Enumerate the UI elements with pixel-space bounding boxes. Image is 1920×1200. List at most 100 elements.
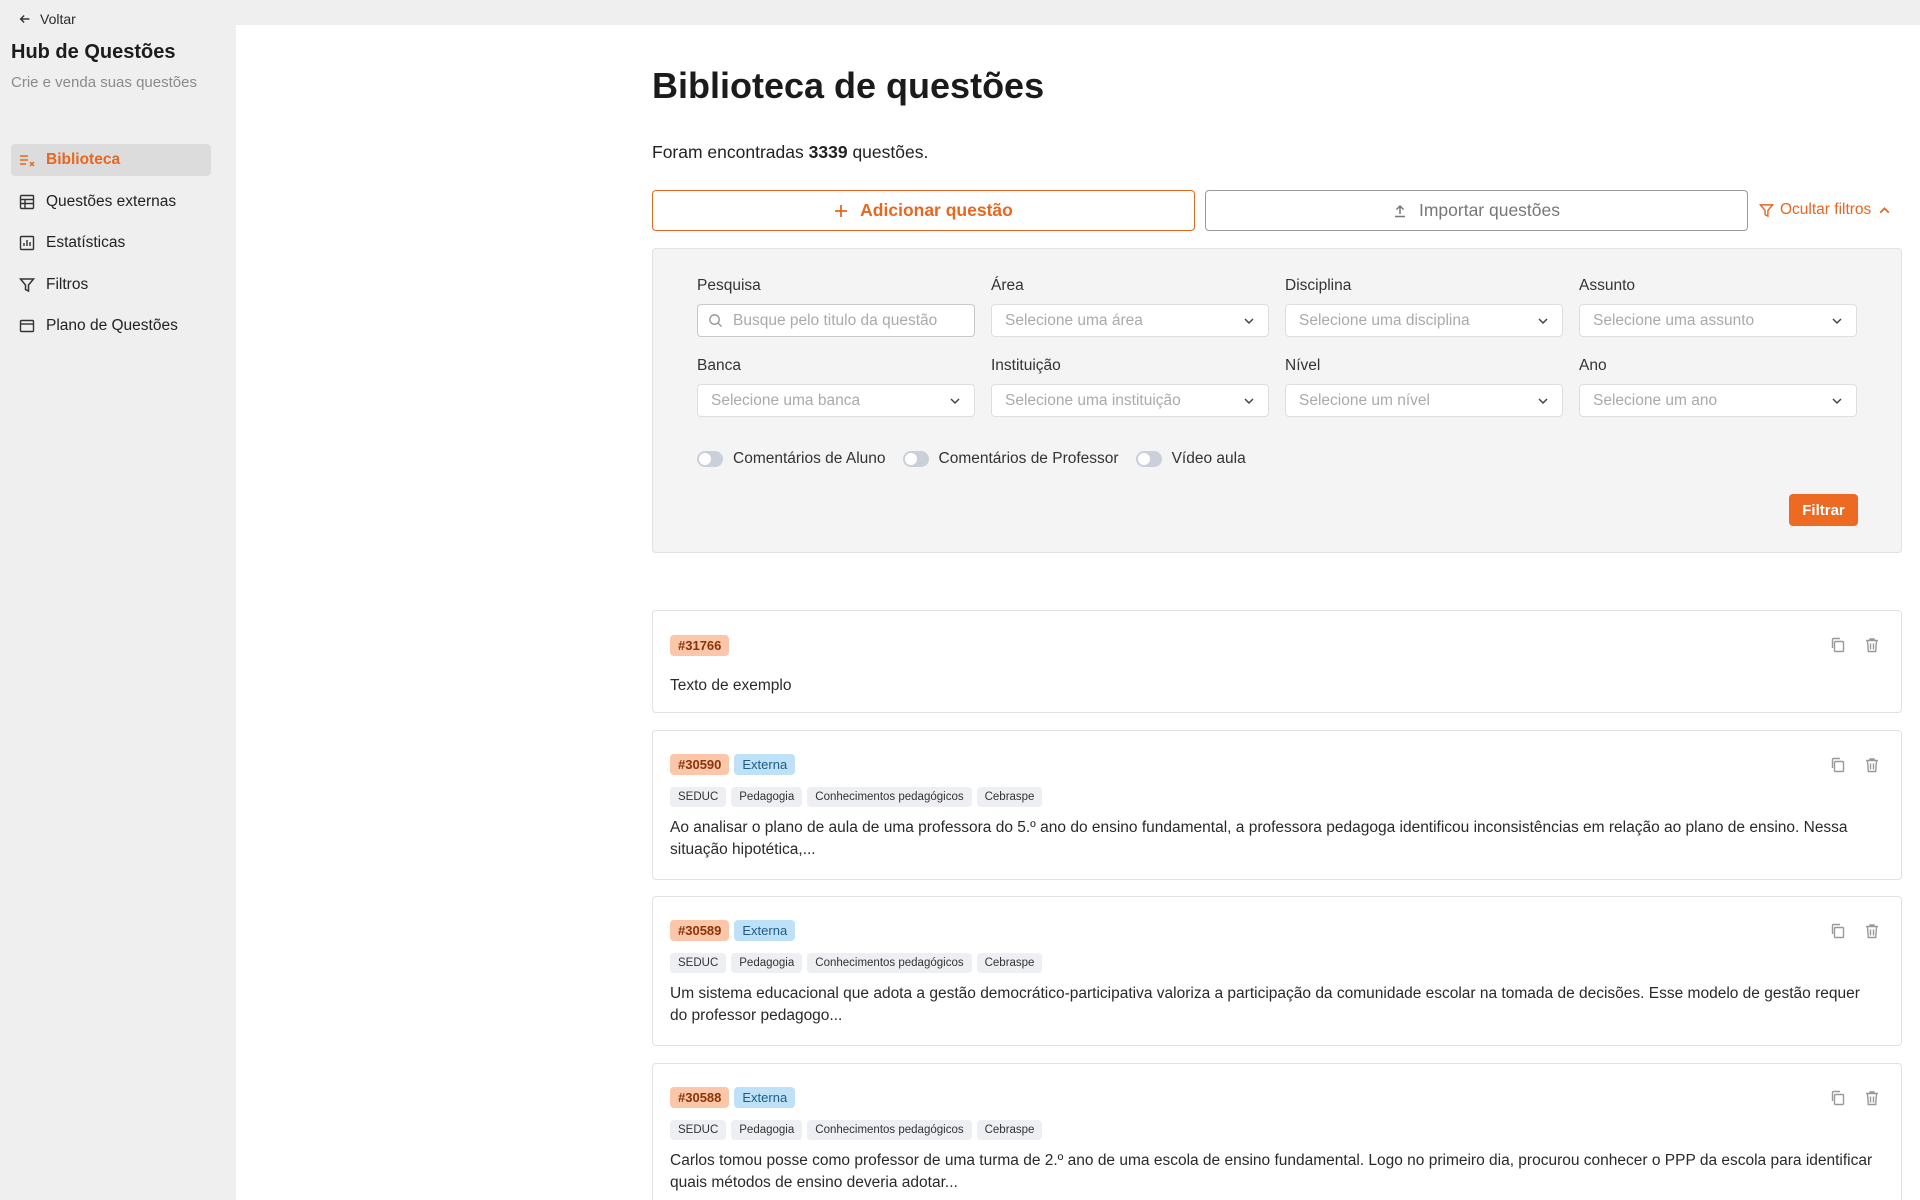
copy-icon (1831, 637, 1845, 653)
banca-field: Banca Selecione uma banca (697, 357, 975, 417)
sidebar-item-label: Filtros (46, 275, 89, 293)
page-title: Biblioteca de questões (652, 65, 1045, 106)
count-suffix: questões. (852, 142, 929, 162)
question-card[interactable]: #30590 Externa SEDUC Pedagogia Conhecime… (652, 730, 1902, 880)
assunto-label: Assunto (1579, 277, 1636, 294)
search-label: Pesquisa (697, 277, 761, 294)
arrow-left-icon (19, 15, 30, 23)
chevron-down-icon (1244, 317, 1254, 324)
assunto-select[interactable]: Selecione uma assunto (1579, 304, 1857, 337)
chevron-down-icon (950, 397, 960, 404)
toggle-label: Comentários de Aluno (733, 450, 886, 467)
import-questions-label: Importar questões (1418, 200, 1561, 220)
filter-button[interactable]: Filtrar (1789, 494, 1858, 526)
trash-icon (1866, 758, 1878, 773)
toggle-video-aula[interactable]: Vídeo aula (1135, 450, 1246, 468)
copy-button[interactable] (1829, 636, 1847, 654)
back-label: Voltar (40, 11, 76, 27)
sidebar-item-filtros[interactable]: Filtros (11, 269, 211, 301)
trash-icon (1866, 924, 1878, 939)
import-questions-button[interactable]: Importar questões (1205, 190, 1748, 231)
back-button[interactable]: Voltar (18, 11, 76, 27)
trash-icon (1866, 638, 1878, 653)
area-select[interactable]: Selecione uma área (991, 304, 1269, 337)
search-icon (709, 314, 723, 328)
list-check-icon (20, 155, 35, 167)
copy-button[interactable] (1829, 756, 1847, 774)
question-id-badge: #30589 (670, 920, 730, 941)
banca-placeholder: Selecione uma banca (711, 391, 861, 409)
delete-button[interactable] (1863, 636, 1881, 654)
delete-button[interactable] (1863, 756, 1881, 774)
toggle-label: Vídeo aula (1171, 450, 1246, 467)
tag: SEDUC (670, 1120, 727, 1140)
hide-filters-button[interactable]: Ocultar filtros (1759, 201, 1892, 219)
chevron-down-icon (1832, 397, 1842, 404)
count-value: 3339 (808, 142, 848, 162)
question-text: Um sistema educacional que adota a gestã… (670, 985, 1860, 1024)
tag: Cebraspe (976, 787, 1043, 807)
app-title: Hub de Questões (11, 41, 176, 63)
sidebar-item-estatisticas[interactable]: Estatísticas (11, 227, 211, 259)
switch[interactable] (902, 451, 929, 467)
copy-button[interactable] (1829, 922, 1847, 940)
copy-icon (1831, 923, 1845, 939)
app-subtitle: Crie e venda suas questões (11, 74, 197, 91)
switch[interactable] (1135, 451, 1162, 467)
disciplina-select[interactable]: Selecione uma disciplina (1285, 304, 1563, 337)
search-box[interactable] (697, 304, 975, 337)
count-prefix: Foram encontradas (652, 142, 804, 162)
main-area: Biblioteca de questões Foram encontradas… (236, 25, 1920, 1200)
question-text: Texto de exemplo (670, 677, 792, 694)
area-field: Área Selecione uma área (991, 277, 1269, 337)
external-badge: Externa (734, 1087, 796, 1108)
banca-label: Banca (697, 357, 741, 374)
sidebar-item-biblioteca[interactable]: Biblioteca (11, 144, 211, 176)
instituicao-select[interactable]: Selecione uma instituição (991, 384, 1269, 417)
search-field: Pesquisa (697, 277, 975, 337)
question-card[interactable]: #30588 Externa SEDUC Pedagogia Conhecime… (652, 1063, 1902, 1200)
toggle-comentarios-professor[interactable]: Comentários de Professor (902, 450, 1119, 468)
toggle-comentarios-aluno[interactable]: Comentários de Aluno (697, 450, 886, 468)
toggle-group: Comentários de Aluno Comentários de Prof… (697, 450, 1263, 468)
switch[interactable] (697, 451, 723, 467)
copy-icon (1831, 1090, 1845, 1106)
question-tags: SEDUC Pedagogia Conhecimentos pedagógico… (670, 953, 1043, 973)
delete-button[interactable] (1863, 922, 1881, 940)
assunto-field: Assunto Selecione uma assunto (1579, 277, 1857, 337)
question-ids: #30588 Externa (670, 1087, 796, 1108)
filter-icon (1759, 203, 1774, 217)
results-count: Foram encontradas 3339 questões. (652, 142, 928, 163)
nivel-select[interactable]: Selecione um nível (1285, 384, 1563, 417)
question-ids: #30590 Externa (670, 754, 796, 775)
search-input[interactable] (733, 311, 953, 330)
toggle-label: Comentários de Professor (938, 450, 1119, 467)
question-actions (1829, 1089, 1881, 1107)
add-question-button[interactable]: Adicionar questão (652, 190, 1195, 231)
instituicao-label: Instituição (991, 357, 1061, 374)
trash-icon (1866, 1091, 1878, 1106)
tag: SEDUC (670, 953, 727, 973)
question-ids: #30589 Externa (670, 920, 796, 941)
ano-select[interactable]: Selecione um ano (1579, 384, 1857, 417)
sidebar-item-label: Questões externas (46, 192, 177, 210)
ano-field: Ano Selecione um ano (1579, 357, 1857, 417)
nivel-label: Nível (1285, 357, 1321, 374)
banca-select[interactable]: Selecione uma banca (697, 384, 975, 417)
table-icon (19, 194, 35, 209)
assunto-placeholder: Selecione uma assunto (1593, 311, 1755, 329)
copy-button[interactable] (1829, 1089, 1847, 1107)
question-text: Carlos tomou posse como professor de uma… (670, 1152, 1873, 1191)
sidebar-item-questoes-externas[interactable]: Questões externas (11, 186, 211, 218)
question-id-badge: #31766 (670, 635, 730, 656)
question-card[interactable]: #30589 Externa SEDUC Pedagogia Conhecime… (652, 896, 1902, 1046)
question-actions (1829, 922, 1881, 940)
question-tags: SEDUC Pedagogia Conhecimentos pedagógico… (670, 1120, 1043, 1140)
sidebar-item-plano[interactable]: Plano de Questões (11, 310, 211, 342)
tag: Conhecimentos pedagógicos (807, 1120, 972, 1140)
sidebar-item-label: Plano de Questões (46, 317, 178, 334)
question-card[interactable]: #31766 Texto de exemplo (652, 610, 1902, 713)
delete-button[interactable] (1863, 1089, 1881, 1107)
external-badge: Externa (734, 754, 796, 775)
nivel-placeholder: Selecione um nível (1299, 391, 1430, 409)
